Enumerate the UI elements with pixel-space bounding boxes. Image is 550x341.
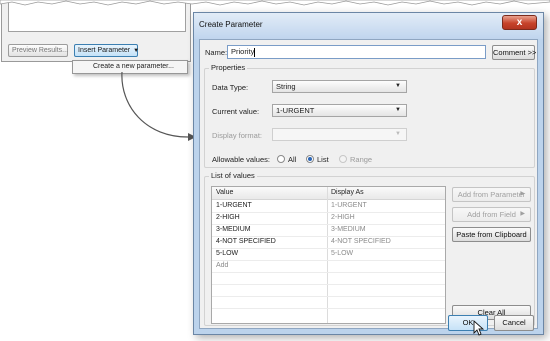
display-format-select[interactable]: ▼ [272,128,407,141]
row-display[interactable]: 5-LOW [331,250,353,257]
row-divider [212,272,445,273]
row-value[interactable]: 1-URGENT [216,202,252,209]
values-table: Value Display As 1-URGENT 1-URGENT 2-HIG… [211,186,446,324]
option-list[interactable]: List [306,155,338,165]
close-icon: x [516,17,523,28]
row-value[interactable]: 4-NOT SPECIFIED [216,238,276,245]
row-divider [212,236,445,237]
submenu-arrow-icon: ▶ [520,211,525,217]
add-row-placeholder[interactable]: Add [216,262,228,269]
option-all-label: All [288,155,297,164]
data-type-label: Data Type: [212,83,249,92]
radio-range[interactable] [339,155,347,163]
row-divider [212,284,445,285]
add-from-field-button[interactable]: Add from Field ▶ [452,207,531,222]
row-divider [212,248,445,249]
dropdown-arrow-icon: ▼ [395,83,401,89]
cancel-button[interactable]: Cancel [494,315,534,331]
column-header-value: Value [216,189,234,196]
background-window: Preview Results... Insert Parameter ▼ Cre… [1,0,191,74]
column-header-display-as: Display As [331,189,364,196]
dialog-body: Name: Priority Comment >> Properties Dat… [199,39,538,329]
list-of-values-group: List of values Value Display As 1-URGENT [204,171,535,326]
column-divider [327,187,328,323]
list-of-values-title: List of values [209,171,257,180]
option-all[interactable]: All [277,155,307,165]
radio-list[interactable] [306,155,314,163]
data-type-value: String [276,82,296,91]
create-parameter-dialog: Create Parameter x Name: Priority Commen… [193,12,544,336]
dialog-titlebar: Create Parameter x [194,13,543,39]
row-value[interactable]: 5-LOW [216,250,238,257]
text-cursor [254,47,256,57]
paste-from-clipboard-button[interactable]: Paste from Clipboard [452,227,531,242]
dialog-title: Create Parameter [199,20,263,29]
table-header: Value Display As [212,187,445,200]
row-value[interactable]: 3-MEDIUM [216,226,251,233]
dropdown-arrow-icon: ▼ [395,131,401,137]
insert-parameter-label: Insert Parameter [78,47,131,54]
preview-results-button[interactable]: Preview Results... [8,44,68,57]
option-list-label: List [317,155,329,164]
submenu-arrow-icon: ▶ [520,191,525,197]
torn-edge [0,0,550,6]
name-label: Name: [205,48,228,57]
properties-group: Properties Data Type: String ▼ Current v… [204,63,535,168]
name-field[interactable]: Priority [227,45,486,59]
mouse-pointer-icon [473,320,485,336]
row-divider [212,224,445,225]
insert-parameter-button[interactable]: Insert Parameter ▼ [74,44,140,57]
row-value[interactable]: 2-HIGH [216,214,240,221]
dropdown-arrow-icon: ▼ [133,48,140,54]
close-button[interactable]: x [502,15,537,30]
radio-all[interactable] [277,155,285,163]
name-value: Priority [231,47,255,56]
dropdown-arrow-icon: ▼ [395,107,401,113]
row-divider [212,260,445,261]
current-value-label: Current value: [212,107,260,116]
row-display[interactable]: 4-NOT SPECIFIED [331,238,391,245]
row-divider [212,296,445,297]
row-divider [212,212,445,213]
properties-title: Properties [209,63,248,72]
current-value-select[interactable]: 1-URGENT ▼ [272,104,407,117]
option-range[interactable]: Range [339,155,375,165]
add-from-parameter-label: Add from Parameter [457,190,526,199]
data-type-select[interactable]: String ▼ [272,80,407,93]
add-from-parameter-button[interactable]: Add from Parameter ▶ [452,187,531,202]
current-value-value: 1-URGENT [276,106,315,115]
row-display[interactable]: 1-URGENT [331,202,367,209]
display-format-label: Display format: [212,131,263,140]
comment-button[interactable]: Comment >> [492,45,536,60]
add-from-field-label: Add from Field [467,210,516,219]
row-display[interactable]: 2-HIGH [331,214,355,221]
row-display[interactable]: 3-MEDIUM [331,226,366,233]
option-range-label: Range [350,155,373,164]
allowable-values-label: Allowable values: [212,155,270,164]
row-divider [212,308,445,309]
